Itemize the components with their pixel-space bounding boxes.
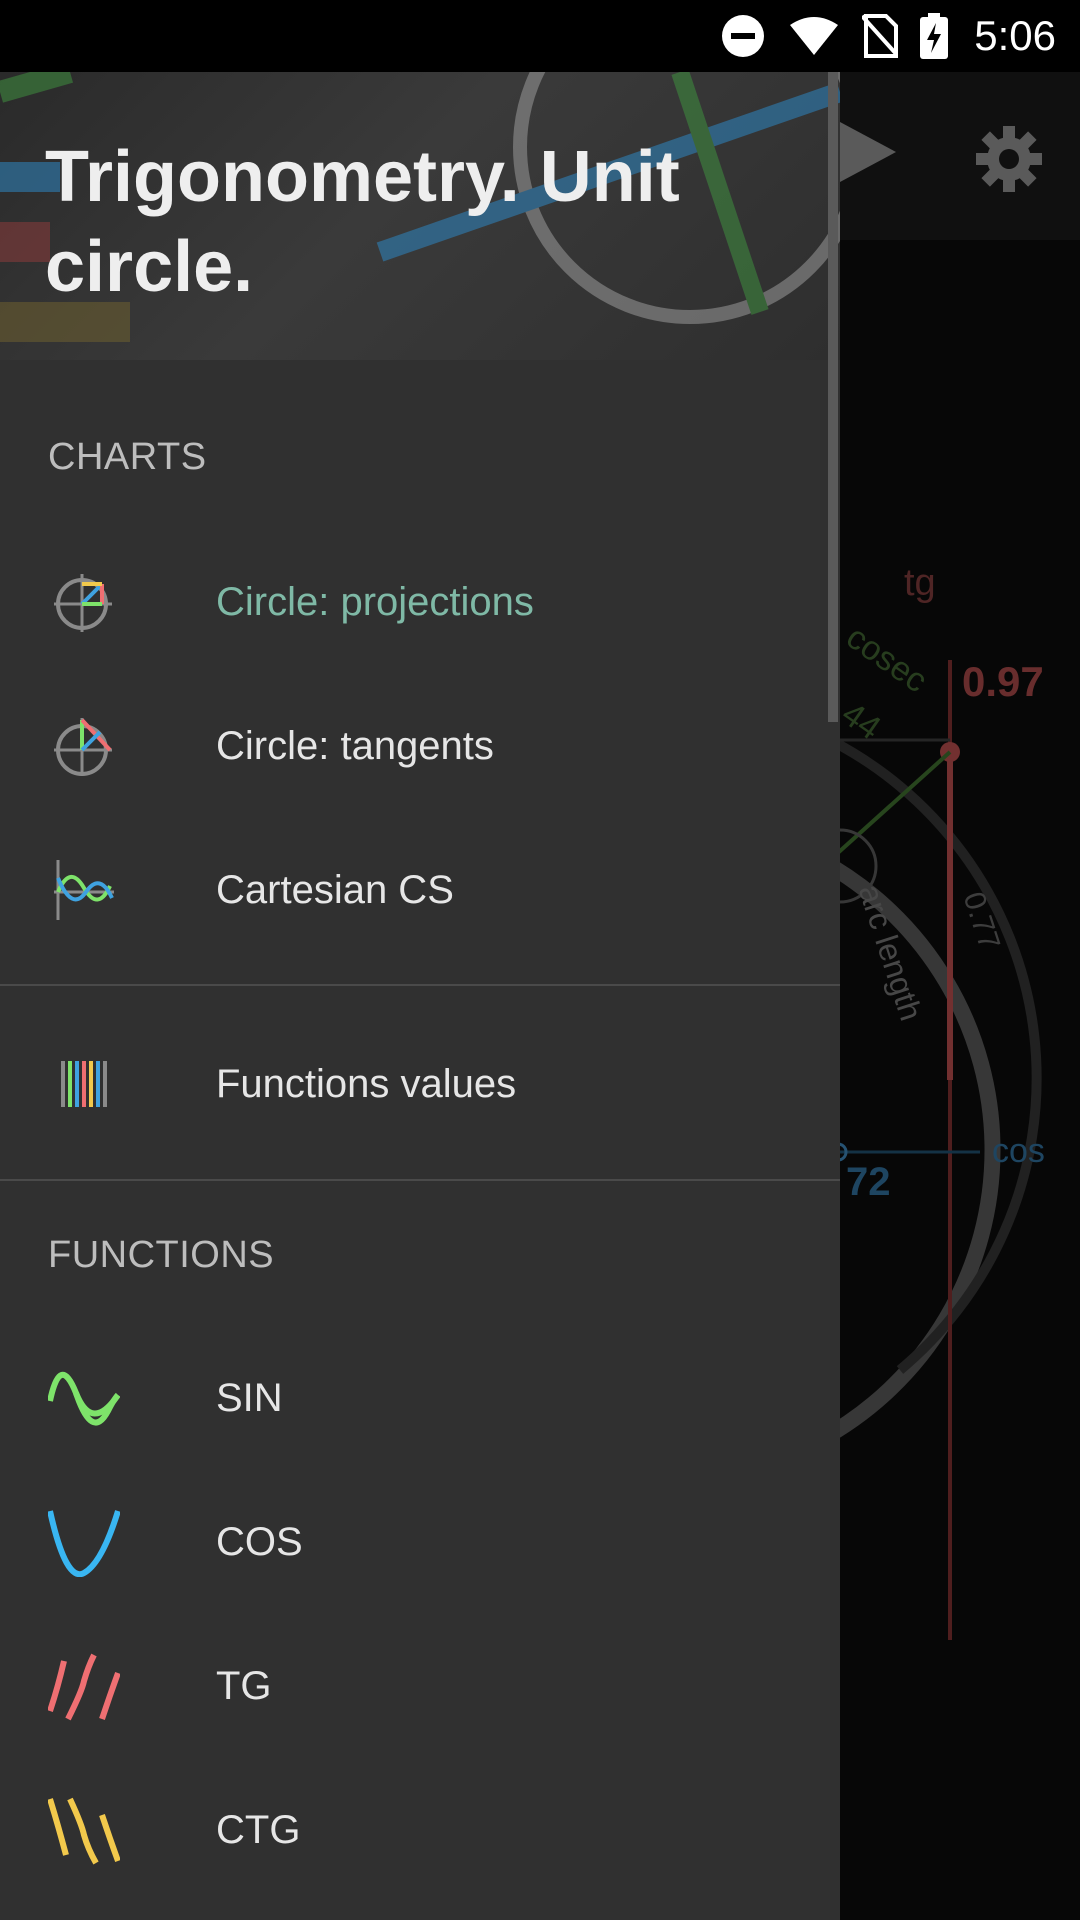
navigation-drawer: Trigonometry. Unit circle. CHARTS Circle…: [0, 72, 840, 1920]
nav-label-tg: TG: [216, 1664, 272, 1708]
nav-item-cos[interactable]: COS: [0, 1472, 840, 1612]
nav-label-cartesian-cs: Cartesian CS: [216, 868, 454, 912]
battery-charging-icon: [920, 13, 949, 59]
circle-tangents-icon: [48, 714, 120, 778]
drawer-divider: [0, 984, 840, 986]
functions-values-icon: [48, 1052, 120, 1116]
status-bar: 5:06: [0, 0, 1080, 72]
nav-item-cartesian-cs[interactable]: Cartesian CS: [0, 820, 840, 960]
cos-wave-icon: [48, 1510, 120, 1577]
nav-item-circle-tangents[interactable]: Circle: tangents: [0, 676, 840, 816]
nav-item-functions-values[interactable]: Functions values: [0, 1014, 840, 1154]
drawer-title: Trigonometry. Unit circle.: [45, 137, 680, 307]
drawer-scrollbar[interactable]: [828, 72, 838, 722]
do-not-disturb-icon: [720, 13, 766, 59]
nav-label-circle-tangents: Circle: tangents: [216, 724, 494, 768]
section-label-charts: CHARTS: [48, 436, 207, 478]
nav-label-ctg: CTG: [216, 1808, 301, 1852]
circle-projections-icon: [48, 570, 120, 634]
nav-item-tg[interactable]: TG: [0, 1616, 840, 1756]
drawer-header: Trigonometry. Unit circle.: [0, 72, 840, 360]
nav-label-sin: SIN: [216, 1376, 283, 1420]
cartesian-cs-icon: [48, 858, 120, 922]
nav-label-circle-projections: Circle: projections: [216, 580, 534, 624]
nav-label-functions-values: Functions values: [216, 1062, 517, 1106]
status-clock: 5:06: [974, 12, 1056, 59]
drawer-divider: [0, 1179, 840, 1181]
nav-item-ctg[interactable]: CTG: [0, 1760, 840, 1900]
nav-item-circle-projections[interactable]: Circle: projections: [0, 532, 840, 672]
nav-label-cos: COS: [216, 1520, 303, 1564]
no-sim-icon: [862, 14, 899, 58]
nav-item-sin[interactable]: SIN: [0, 1328, 840, 1468]
ctg-wave-icon: [48, 1797, 120, 1865]
sin-wave-icon: [48, 1366, 120, 1430]
section-label-functions: FUNCTIONS: [48, 1234, 275, 1276]
wifi-icon: [788, 15, 840, 57]
tg-wave-icon: [48, 1653, 120, 1721]
